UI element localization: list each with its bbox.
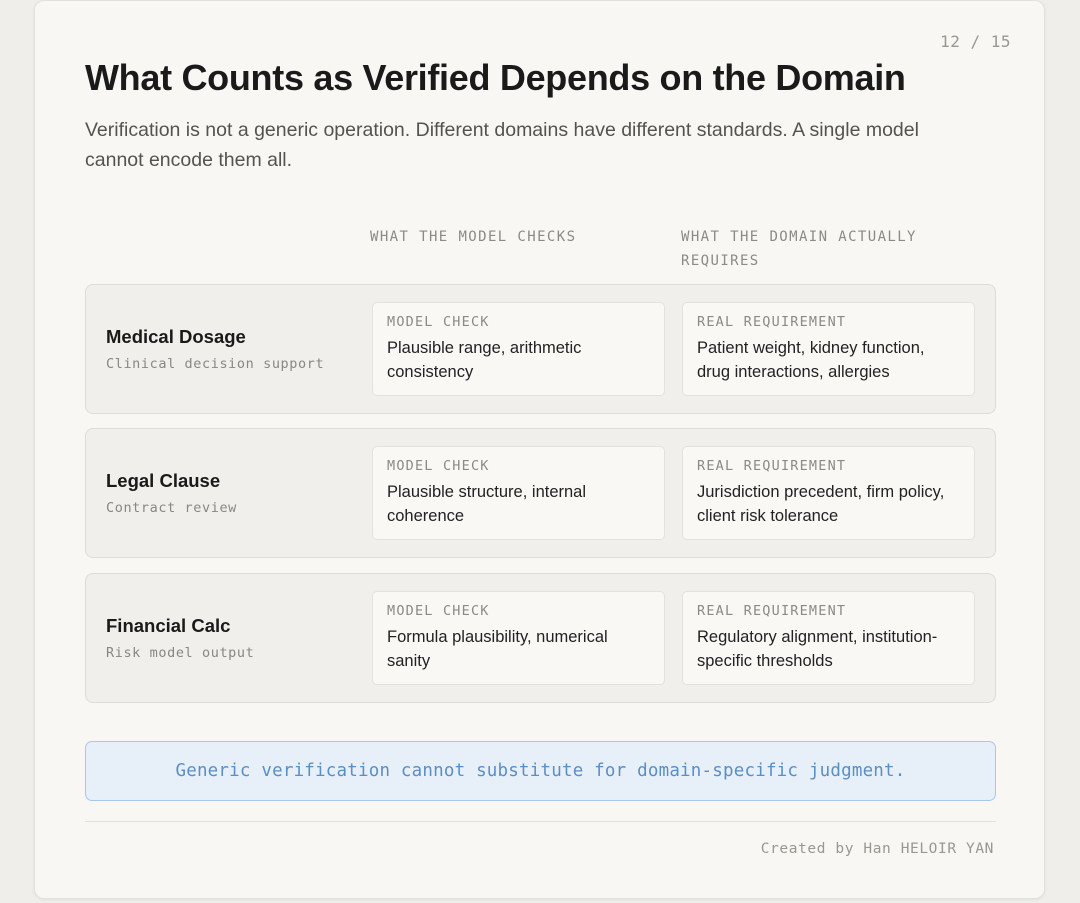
slide-card: 12 / 15 What Counts as Verified Depends … xyxy=(34,0,1045,899)
real-requirement-card: REAL REQUIREMENT Jurisdiction precedent,… xyxy=(682,446,975,540)
domain-context: Contract review xyxy=(106,500,237,516)
column-header-model-checks: WHAT THE MODEL CHECKS xyxy=(370,229,577,245)
real-requirement-text: Jurisdiction precedent, firm policy, cli… xyxy=(697,483,945,525)
model-check-tag: MODEL CHECK xyxy=(387,314,490,330)
model-check-text: Plausible range, arithmetic consistency xyxy=(387,339,582,381)
footer-divider xyxy=(85,821,996,822)
row-label: Financial Calc Risk model output xyxy=(106,574,254,702)
real-requirement-tag: REAL REQUIREMENT xyxy=(697,458,847,474)
real-requirement-text: Regulatory alignment, institution-specif… xyxy=(697,628,938,670)
comparison-row-financial-calc: Financial Calc Risk model output MODEL C… xyxy=(85,573,996,703)
real-requirement-text: Patient weight, kidney function, drug in… xyxy=(697,339,925,381)
slide-title: What Counts as Verified Depends on the D… xyxy=(85,57,906,98)
model-check-card: MODEL CHECK Formula plausibility, numeri… xyxy=(372,591,665,685)
domain-name: Legal Clause xyxy=(106,470,221,491)
model-check-tag: MODEL CHECK xyxy=(387,458,490,474)
row-label: Medical Dosage Clinical decision support xyxy=(106,285,324,413)
comparison-row-legal-clause: Legal Clause Contract review MODEL CHECK… xyxy=(85,428,996,558)
row-label: Legal Clause Contract review xyxy=(106,429,237,557)
key-takeaway-callout: Generic verification cannot substitute f… xyxy=(85,741,996,801)
domain-context: Clinical decision support xyxy=(106,356,325,372)
model-check-card: MODEL CHECK Plausible structure, interna… xyxy=(372,446,665,540)
model-check-text: Formula plausibility, numerical sanity xyxy=(387,628,608,670)
column-header-domain-requires: WHAT THE DOMAIN ACTUALLY REQUIRES xyxy=(681,229,917,269)
domain-name: Medical Dosage xyxy=(106,326,246,347)
domain-name: Financial Calc xyxy=(106,615,231,636)
page-indicator: 12 / 15 xyxy=(940,32,1011,51)
real-requirement-tag: REAL REQUIREMENT xyxy=(697,603,847,619)
domain-context: Risk model output xyxy=(106,645,255,661)
real-requirement-card: REAL REQUIREMENT Regulatory alignment, i… xyxy=(682,591,975,685)
model-check-tag: MODEL CHECK xyxy=(387,603,490,619)
author-credit: Created by Han HELOIR YAN xyxy=(760,841,994,857)
slide-subtitle: Verification is not a generic operation.… xyxy=(85,119,919,171)
model-check-card: MODEL CHECK Plausible range, arithmetic … xyxy=(372,302,665,396)
real-requirement-tag: REAL REQUIREMENT xyxy=(697,314,847,330)
model-check-text: Plausible structure, internal coherence xyxy=(387,483,587,525)
real-requirement-card: REAL REQUIREMENT Patient weight, kidney … xyxy=(682,302,975,396)
comparison-row-medical-dosage: Medical Dosage Clinical decision support… xyxy=(85,284,996,414)
